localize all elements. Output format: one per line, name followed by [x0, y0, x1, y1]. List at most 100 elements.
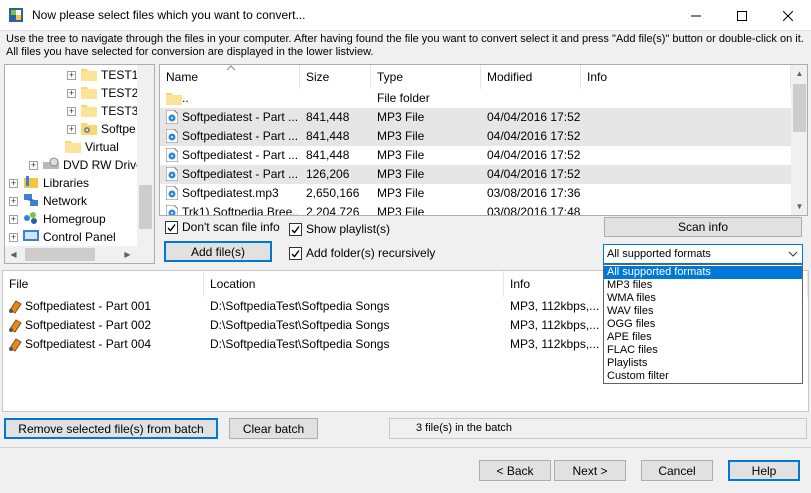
- batch-col-location[interactable]: Location: [204, 271, 504, 297]
- format-option[interactable]: WAV files: [604, 305, 802, 318]
- col-header-info[interactable]: Info: [581, 65, 791, 89]
- expand-icon[interactable]: +: [9, 196, 18, 206]
- tree-item[interactable]: + DVD RW Drive: [29, 156, 143, 174]
- folder-icon: [81, 85, 97, 102]
- format-option[interactable]: All supported formats: [604, 266, 802, 279]
- instructions-text: Use the tree to navigate through the fil…: [6, 33, 804, 58]
- batch-file: Softpediatest - Part 004: [25, 337, 152, 351]
- dvd-drive-icon: [43, 157, 59, 174]
- clear-batch-button[interactable]: Clear batch: [229, 418, 318, 439]
- file-size: 2,650,166: [306, 186, 360, 200]
- tree-item-label: TEST3: [101, 104, 139, 118]
- expand-icon[interactable]: +: [67, 106, 76, 116]
- expand-icon[interactable]: +: [67, 70, 76, 80]
- tree-item[interactable]: Virtual: [51, 138, 119, 156]
- close-button[interactable]: [765, 0, 811, 31]
- expand-icon[interactable]: +: [9, 232, 18, 242]
- file-row[interactable]: Softpediatest - Part ... 126,206 MP3 File 0…: [160, 165, 791, 184]
- file-row[interactable]: Softpediatest - Part ... 841,448 MP3 File 0…: [160, 127, 791, 146]
- tree-item-label: Libraries: [43, 176, 90, 190]
- col-header-type[interactable]: Type: [371, 65, 481, 89]
- file-size: 841,448: [306, 129, 350, 143]
- format-option[interactable]: Playlists: [604, 357, 802, 370]
- file-list-scrollbar[interactable]: ▲ ▼: [791, 65, 807, 215]
- format-filter-dropdown[interactable]: All supported formats MP3 files WMA files W…: [603, 264, 803, 384]
- tree-item[interactable]: + Softpe: [67, 120, 136, 138]
- add-recursive-checkbox-row[interactable]: Add folder(s) recursively: [289, 246, 435, 260]
- network-icon: [23, 193, 39, 210]
- format-option[interactable]: APE files: [604, 331, 802, 344]
- scroll-left-arrow-icon[interactable]: ◀: [5, 246, 22, 263]
- chevron-down-icon: [788, 251, 798, 257]
- maximize-button[interactable]: [719, 0, 765, 31]
- folder-tree[interactable]: + TEST1 + TEST2 + TEST3 + Softpe Virtual + DVD RW …: [4, 64, 155, 264]
- file-modified: [487, 89, 587, 108]
- scan-info-button[interactable]: Scan info: [604, 217, 802, 237]
- format-option[interactable]: OGG files: [604, 318, 802, 331]
- batch-info: MP3, 112kbps,...: [510, 299, 600, 313]
- minimize-button[interactable]: [673, 0, 719, 31]
- tree-hscroll-thumb[interactable]: [25, 248, 95, 261]
- tree-item-label: Control Panel: [43, 230, 116, 244]
- tree-item[interactable]: + Network: [9, 192, 87, 210]
- tree-scroll-thumb[interactable]: [139, 185, 152, 229]
- file-name: Softpediatest - Part ...: [182, 129, 298, 143]
- tree-item-label: Softpe: [101, 122, 136, 136]
- file-list[interactable]: Name Size Type Modified Info .. File fold…: [159, 64, 808, 216]
- format-option[interactable]: MP3 files: [604, 279, 802, 292]
- sort-ascending-icon: [226, 65, 236, 71]
- tree-item[interactable]: + Control Panel: [9, 228, 116, 246]
- add-files-button[interactable]: Add file(s): [164, 241, 272, 262]
- file-row[interactable]: Softpediatest - Part ... 841,448 MP3 File 0…: [160, 108, 791, 127]
- file-row[interactable]: Trk1) Softpedia Bree... 2,204,726 MP3 File…: [160, 203, 791, 215]
- file-row[interactable]: Softpediatest.mp3 2,650,166 MP3 File 03/08/…: [160, 184, 791, 203]
- file-type: MP3 File: [377, 110, 425, 124]
- dont-scan-checkbox[interactable]: [165, 220, 178, 234]
- tree-horizontal-scrollbar[interactable]: ◀ ▶: [5, 246, 154, 263]
- help-button[interactable]: Help: [728, 460, 800, 481]
- next-button[interactable]: Next >: [554, 460, 626, 481]
- format-option[interactable]: Custom filter: [604, 370, 802, 383]
- file-modified: 04/04/2016 17:52: [487, 167, 581, 181]
- tree-item[interactable]: + TEST3: [67, 102, 138, 120]
- maximize-icon: [737, 10, 747, 21]
- homegroup-icon: [23, 211, 39, 228]
- tree-vertical-scrollbar[interactable]: [137, 65, 154, 246]
- format-option[interactable]: FLAC files: [604, 344, 802, 357]
- file-row[interactable]: Softpediatest - Part ... 841,448 MP3 File 0…: [160, 146, 791, 165]
- tree-item[interactable]: + Libraries: [9, 174, 89, 192]
- format-option[interactable]: WMA files: [604, 292, 802, 305]
- tree-item[interactable]: + TEST2: [67, 84, 138, 102]
- add-recursive-checkbox[interactable]: [289, 246, 302, 260]
- back-button[interactable]: < Back: [479, 460, 551, 481]
- expand-icon[interactable]: +: [9, 178, 18, 188]
- expand-icon[interactable]: +: [9, 214, 18, 224]
- col-header-size[interactable]: Size: [300, 65, 371, 89]
- dont-scan-label: Don't scan file info: [182, 220, 280, 234]
- file-name: Softpediatest - Part ...: [182, 148, 298, 162]
- show-playlists-checkbox[interactable]: [289, 222, 302, 236]
- tree-item[interactable]: + Homegroup: [9, 210, 106, 228]
- batch-location: D:\SoftpediaTest\Softpedia Songs: [210, 299, 390, 313]
- file-modified: 03/08/2016 17:36: [487, 186, 581, 200]
- file-list-scroll-thumb[interactable]: [793, 84, 806, 132]
- col-header-modified[interactable]: Modified: [481, 65, 581, 89]
- show-playlists-checkbox-row[interactable]: Show playlist(s): [289, 222, 390, 236]
- file-row[interactable]: .. File folder: [160, 89, 791, 108]
- file-name: ..: [182, 91, 189, 105]
- dont-scan-checkbox-row[interactable]: Don't scan file info: [165, 220, 280, 234]
- remove-selected-button[interactable]: Remove selected file(s) from batch: [4, 418, 218, 439]
- scroll-up-arrow-icon[interactable]: ▲: [791, 65, 807, 82]
- expand-icon[interactable]: +: [67, 124, 76, 134]
- batch-location: D:\SoftpediaTest\Softpedia Songs: [210, 318, 390, 332]
- expand-icon[interactable]: +: [67, 88, 76, 98]
- cancel-button[interactable]: Cancel: [641, 460, 713, 481]
- scroll-down-arrow-icon[interactable]: ▼: [791, 198, 807, 215]
- scroll-right-arrow-icon[interactable]: ▶: [119, 246, 136, 263]
- tree-item[interactable]: + TEST1: [67, 66, 138, 84]
- file-info: [587, 184, 787, 203]
- file-info: [587, 108, 787, 127]
- expand-icon[interactable]: +: [29, 160, 38, 170]
- batch-col-file[interactable]: File: [3, 271, 204, 297]
- format-filter-combo[interactable]: All supported formats: [603, 244, 803, 264]
